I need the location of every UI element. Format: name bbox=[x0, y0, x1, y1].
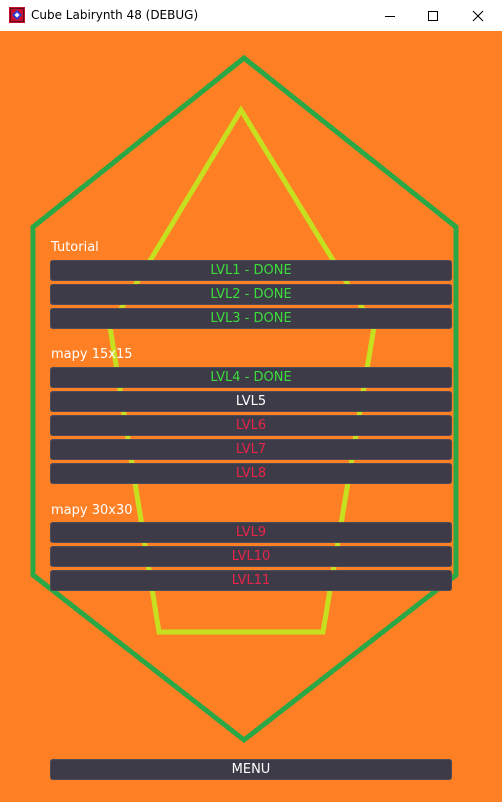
game-view: Tutorial LVL1 - DONE LVL2 - DONE LVL3 - … bbox=[0, 31, 502, 802]
level-button-11[interactable]: LVL11 bbox=[50, 570, 452, 591]
level-button-5[interactable]: LVL5 bbox=[50, 391, 452, 412]
maximize-icon bbox=[427, 10, 438, 21]
window-title: Cube Labirynth 48 (DEBUG) bbox=[31, 8, 199, 22]
maximize-button[interactable] bbox=[410, 0, 455, 31]
menu-button[interactable]: MENU bbox=[50, 759, 452, 780]
app-icon bbox=[9, 7, 25, 23]
close-button[interactable] bbox=[455, 0, 500, 31]
level-button-10[interactable]: LVL10 bbox=[50, 546, 452, 567]
level-button-9[interactable]: LVL9 bbox=[50, 522, 452, 543]
level-button-1[interactable]: LVL1 - DONE bbox=[50, 260, 452, 281]
close-icon bbox=[472, 10, 483, 21]
section-label-15x15: mapy 15x15 bbox=[51, 347, 133, 362]
section-label-30x30: mapy 30x30 bbox=[51, 503, 133, 518]
level-button-4[interactable]: LVL4 - DONE bbox=[50, 367, 452, 388]
minimize-icon bbox=[384, 15, 395, 17]
level-button-6[interactable]: LVL6 bbox=[50, 415, 452, 436]
level-button-2[interactable]: LVL2 - DONE bbox=[50, 284, 452, 305]
section-label-tutorial: Tutorial bbox=[51, 240, 99, 255]
title-bar[interactable]: Cube Labirynth 48 (DEBUG) bbox=[0, 0, 502, 31]
level-button-8[interactable]: LVL8 bbox=[50, 463, 452, 484]
level-button-7[interactable]: LVL7 bbox=[50, 439, 452, 460]
minimize-button[interactable] bbox=[367, 0, 412, 31]
level-button-3[interactable]: LVL3 - DONE bbox=[50, 308, 452, 329]
